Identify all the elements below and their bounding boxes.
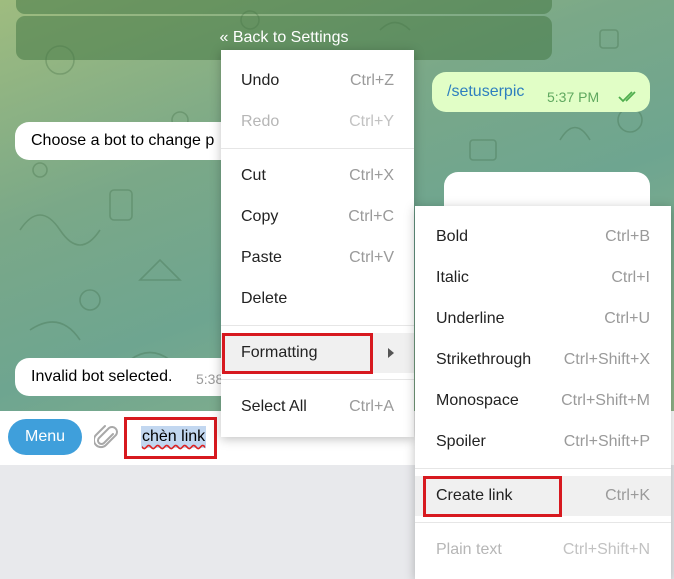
menu-item-label: Spoiler [436,433,486,450]
menu-item-label: Select All [241,398,307,415]
menu-item-label: Copy [241,208,279,225]
menu-item-monospace[interactable]: Monospace Ctrl+Shift+M [415,381,671,421]
menu-item-shortcut: Ctrl+V [349,249,394,266]
menu-item-shortcut: Ctrl+Shift+X [563,351,650,368]
keyboard-button-label: « Back to Settings [219,29,349,46]
menu-item-paste[interactable]: Paste Ctrl+V [221,238,414,278]
menu-item-shortcut: Ctrl+X [349,167,394,184]
menu-item-shortcut: Ctrl+I [611,269,650,286]
menu-item-label: Underline [436,310,505,327]
highlight-box-input [124,417,217,459]
menu-item-label: Delete [241,290,288,307]
submenu-arrow-icon [388,348,394,358]
message-text: /setuserpic [447,83,525,100]
menu-item-copy[interactable]: Copy Ctrl+C [221,197,414,237]
outgoing-message[interactable]: /setuserpic 5:37 PM [432,72,650,112]
menu-item-shortcut: Ctrl+Z [350,72,394,89]
menu-item-shortcut: Ctrl+K [605,487,650,504]
menu-item-cut[interactable]: Cut Ctrl+X [221,156,414,196]
message-time: 5:38 [196,371,224,387]
menu-item-label: Bold [436,228,469,245]
double-check-icon [618,91,636,103]
formatting-submenu: Bold Ctrl+B Italic Ctrl+I Underline Ctrl… [415,206,671,579]
menu-item-italic[interactable]: Italic Ctrl+I [415,258,671,298]
menu-item-label: Monospace [436,392,519,409]
menu-item-label: Italic [436,269,469,286]
menu-item-label: Undo [241,72,280,89]
menu-item-label: Plain text [436,541,502,558]
menu-item-label: Redo [241,113,280,130]
menu-item-plain-text[interactable]: Plain text Ctrl+Shift+N [415,530,671,570]
menu-item-shortcut: Ctrl+U [604,310,650,327]
menu-item-shortcut: Ctrl+Shift+N [562,541,650,558]
highlight-box-formatting [222,333,373,374]
menu-item-underline[interactable]: Underline Ctrl+U [415,299,671,339]
menu-item-shortcut: Ctrl+Y [349,113,394,130]
context-menu: Undo Ctrl+Z Redo Ctrl+Y Cut Ctrl+X Copy … [221,50,414,437]
message-text: Choose a bot to change p [31,132,215,149]
menu-item-shortcut: Ctrl+A [349,398,394,415]
menu-separator [221,325,414,326]
menu-item-label: Paste [241,249,282,266]
paperclip-icon[interactable] [94,424,120,452]
menu-item-delete[interactable]: Delete [221,279,414,319]
menu-item-bold[interactable]: Bold Ctrl+B [415,217,671,257]
menu-item-undo[interactable]: Undo Ctrl+Z [221,61,414,101]
menu-item-shortcut: Ctrl+C [348,208,394,225]
menu-item-label: Strikethrough [436,351,532,368]
menu-separator [415,468,671,469]
message-time: 5:37 PM [547,89,600,105]
menu-separator [221,379,414,380]
menu-item-redo[interactable]: Redo Ctrl+Y [221,102,414,142]
menu-item-shortcut: Ctrl+Shift+M [561,392,650,409]
menu-item-shortcut: Ctrl+Shift+P [563,433,650,450]
highlight-box-create-link [423,476,562,517]
menu-item-spoiler[interactable]: Spoiler Ctrl+Shift+P [415,422,671,462]
menu-button-label: Menu [24,428,66,445]
menu-item-strikethrough[interactable]: Strikethrough Ctrl+Shift+X [415,340,671,380]
keyboard-button-top[interactable] [16,0,552,14]
menu-separator [221,148,414,149]
menu-separator [415,522,671,523]
menu-item-label: Cut [241,167,266,184]
menu-item-select-all[interactable]: Select All Ctrl+A [221,387,414,427]
message-text: Invalid bot selected. [31,368,173,385]
bot-menu-button[interactable]: Menu [8,419,82,455]
menu-item-shortcut: Ctrl+B [605,228,650,245]
